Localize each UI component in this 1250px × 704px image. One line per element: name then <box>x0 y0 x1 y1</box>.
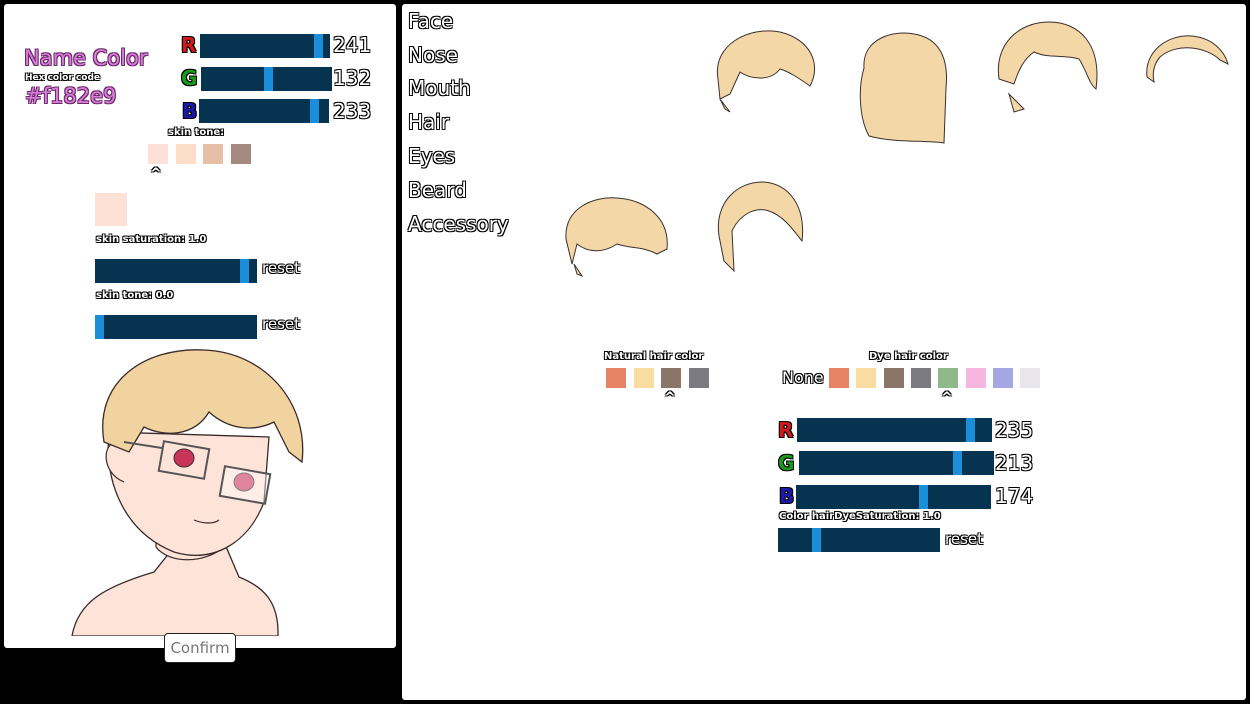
dye-hair-swatch[interactable] <box>1020 368 1041 388</box>
name-green-slider[interactable] <box>201 67 332 91</box>
dye-hair-swatch[interactable] <box>883 368 904 388</box>
name-blue-slider[interactable] <box>199 99 329 123</box>
natural-hair-color-label: Natural hair color <box>604 351 704 362</box>
natural-hair-swatch[interactable] <box>688 368 709 388</box>
green-channel-label: G <box>181 66 198 90</box>
skin-tone-selected-caret: ^ <box>150 166 162 182</box>
skin-tone-swatch[interactable] <box>230 144 251 164</box>
appearance-panel: Face Nose Mouth Hair Eyes Beard Accessory Natu… <box>402 4 1246 700</box>
dye-hair-swatch[interactable] <box>938 368 959 388</box>
name-red-value: 241 <box>333 33 372 57</box>
skin-color-preview <box>95 193 127 226</box>
skin-saturation-reset-button[interactable]: reset <box>262 259 300 277</box>
skin-saturation-label: skin saturation: 1.0 <box>96 234 207 245</box>
hair-option-4[interactable] <box>1142 32 1232 112</box>
blue-channel-label: B <box>182 99 198 123</box>
dye-hair-swatch[interactable] <box>992 368 1013 388</box>
character-panel: Name Color Hex color code #f182e9 R 241 … <box>4 4 396 648</box>
skin-tone-swatch[interactable] <box>203 144 223 164</box>
hex-color-label: Hex color code <box>25 73 100 83</box>
hair-option-2[interactable] <box>854 28 954 148</box>
hair-blue-slider[interactable] <box>796 485 991 509</box>
hair-option-6[interactable] <box>714 176 809 276</box>
dye-none-option[interactable]: None <box>782 368 824 387</box>
name-green-value: 132 <box>333 66 372 90</box>
slider-thumb[interactable] <box>240 259 249 283</box>
hair-option-5[interactable] <box>562 194 672 284</box>
hair-dye-saturation-label: Color hairDyeSaturation: 1.0 <box>779 511 941 522</box>
skin-saturation-slider[interactable] <box>95 259 257 283</box>
hair-red-channel-label: R <box>778 418 794 442</box>
natural-hair-swatch[interactable] <box>606 368 626 388</box>
hair-dye-saturation-reset-button[interactable]: reset <box>945 530 983 548</box>
dye-hair-swatch[interactable] <box>829 368 849 388</box>
hair-option-3[interactable] <box>994 14 1104 124</box>
slider-thumb[interactable] <box>314 34 323 58</box>
category-face[interactable]: Face <box>408 9 453 33</box>
skin-tone-swatch[interactable] <box>148 144 168 164</box>
slider-thumb[interactable] <box>919 485 928 509</box>
name-blue-value: 233 <box>333 99 372 123</box>
natural-hair-swatch[interactable] <box>633 368 654 388</box>
slider-thumb[interactable] <box>953 451 962 475</box>
hex-color-value[interactable]: #f182e9 <box>25 84 116 108</box>
dye-hair-selected-caret: ^ <box>941 390 953 406</box>
name-color-title: Name Color <box>24 46 148 70</box>
natural-hair-swatch[interactable] <box>661 368 681 388</box>
hair-dye-saturation-slider[interactable] <box>778 528 940 552</box>
hair-blue-value: 174 <box>995 484 1034 508</box>
red-channel-label: R <box>181 33 197 57</box>
hair-green-slider[interactable] <box>799 451 994 475</box>
confirm-button[interactable]: Confirm <box>164 633 236 663</box>
category-nose[interactable]: Nose <box>408 43 458 67</box>
natural-hair-selected-caret: ^ <box>664 390 676 406</box>
category-mouth[interactable]: Mouth <box>408 76 471 100</box>
hair-blue-channel-label: B <box>779 484 795 508</box>
dye-hair-color-label: Dye hair color <box>869 351 948 362</box>
skin-tone-reset-button[interactable]: reset <box>262 315 300 333</box>
hair-green-channel-label: G <box>778 451 795 475</box>
category-eyes[interactable]: Eyes <box>408 144 455 168</box>
slider-thumb[interactable] <box>310 99 319 123</box>
category-beard[interactable]: Beard <box>408 178 467 202</box>
category-hair[interactable]: Hair <box>408 110 449 134</box>
category-accessory[interactable]: Accessory <box>408 212 509 236</box>
dye-hair-swatch[interactable] <box>965 368 986 388</box>
skin-tone-label: skin tone: <box>168 127 225 138</box>
slider-thumb[interactable] <box>966 418 975 442</box>
character-portrait <box>71 349 304 636</box>
dye-hair-swatch[interactable] <box>856 368 877 388</box>
slider-thumb[interactable] <box>95 315 104 339</box>
skin-tone-slider[interactable] <box>95 315 257 339</box>
slider-thumb[interactable] <box>812 528 821 552</box>
name-red-slider[interactable] <box>200 34 330 58</box>
hair-option-1[interactable] <box>710 24 825 134</box>
skin-tone-swatch[interactable] <box>175 144 196 164</box>
skin-tone-value-label: skin tone: 0.0 <box>96 290 174 301</box>
hair-green-value: 213 <box>995 451 1034 475</box>
hair-red-value: 235 <box>995 418 1034 442</box>
slider-thumb[interactable] <box>264 67 273 91</box>
hair-red-slider[interactable] <box>797 418 992 442</box>
dye-hair-swatch[interactable] <box>910 368 931 388</box>
